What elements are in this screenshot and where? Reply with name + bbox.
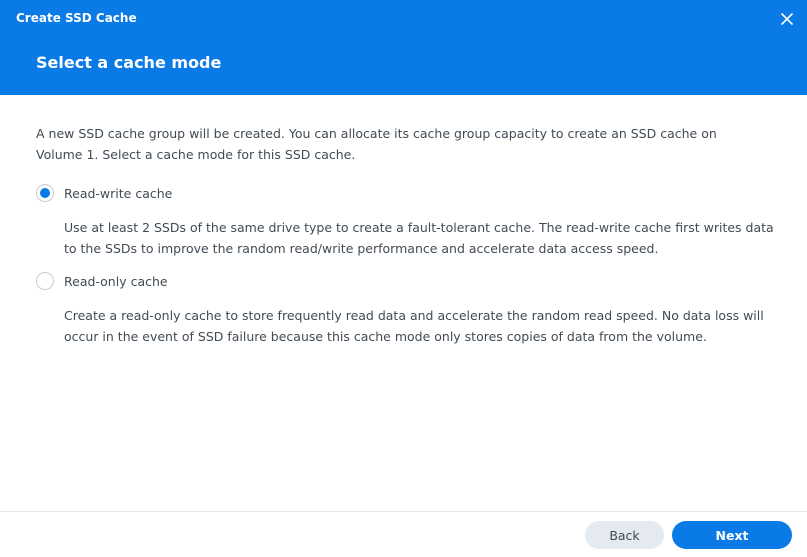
dialog-content: A new SSD cache group will be created. Y… xyxy=(0,95,807,511)
window-title: Create SSD Cache xyxy=(16,11,137,25)
read-write-cache-description: Use at least 2 SSDs of the same drive ty… xyxy=(64,220,774,256)
read-write-cache-option[interactable]: Read-write cache xyxy=(36,184,172,202)
read-write-cache-label: Read-write cache xyxy=(64,185,173,201)
close-icon xyxy=(781,13,793,25)
read-only-cache-option[interactable]: Read-only cache xyxy=(36,272,168,290)
intro-text: A new SSD cache group will be created. Y… xyxy=(36,126,717,162)
read-only-cache-radio[interactable] xyxy=(36,272,54,290)
create-ssd-cache-dialog: Create SSD Cache Select a cache mode A n… xyxy=(0,0,807,557)
radio-selected-dot xyxy=(40,188,50,198)
footer-divider xyxy=(0,511,807,512)
read-write-cache-radio[interactable] xyxy=(36,184,54,202)
next-button[interactable]: Next xyxy=(672,521,792,549)
dialog-header: Create SSD Cache Select a cache mode xyxy=(0,0,807,95)
read-only-cache-label: Read-only cache xyxy=(64,273,168,289)
page-title: Select a cache mode xyxy=(36,53,222,72)
read-only-cache-description: Create a read-only cache to store freque… xyxy=(64,308,764,344)
back-button[interactable]: Back xyxy=(585,521,664,549)
close-button[interactable] xyxy=(776,8,798,30)
